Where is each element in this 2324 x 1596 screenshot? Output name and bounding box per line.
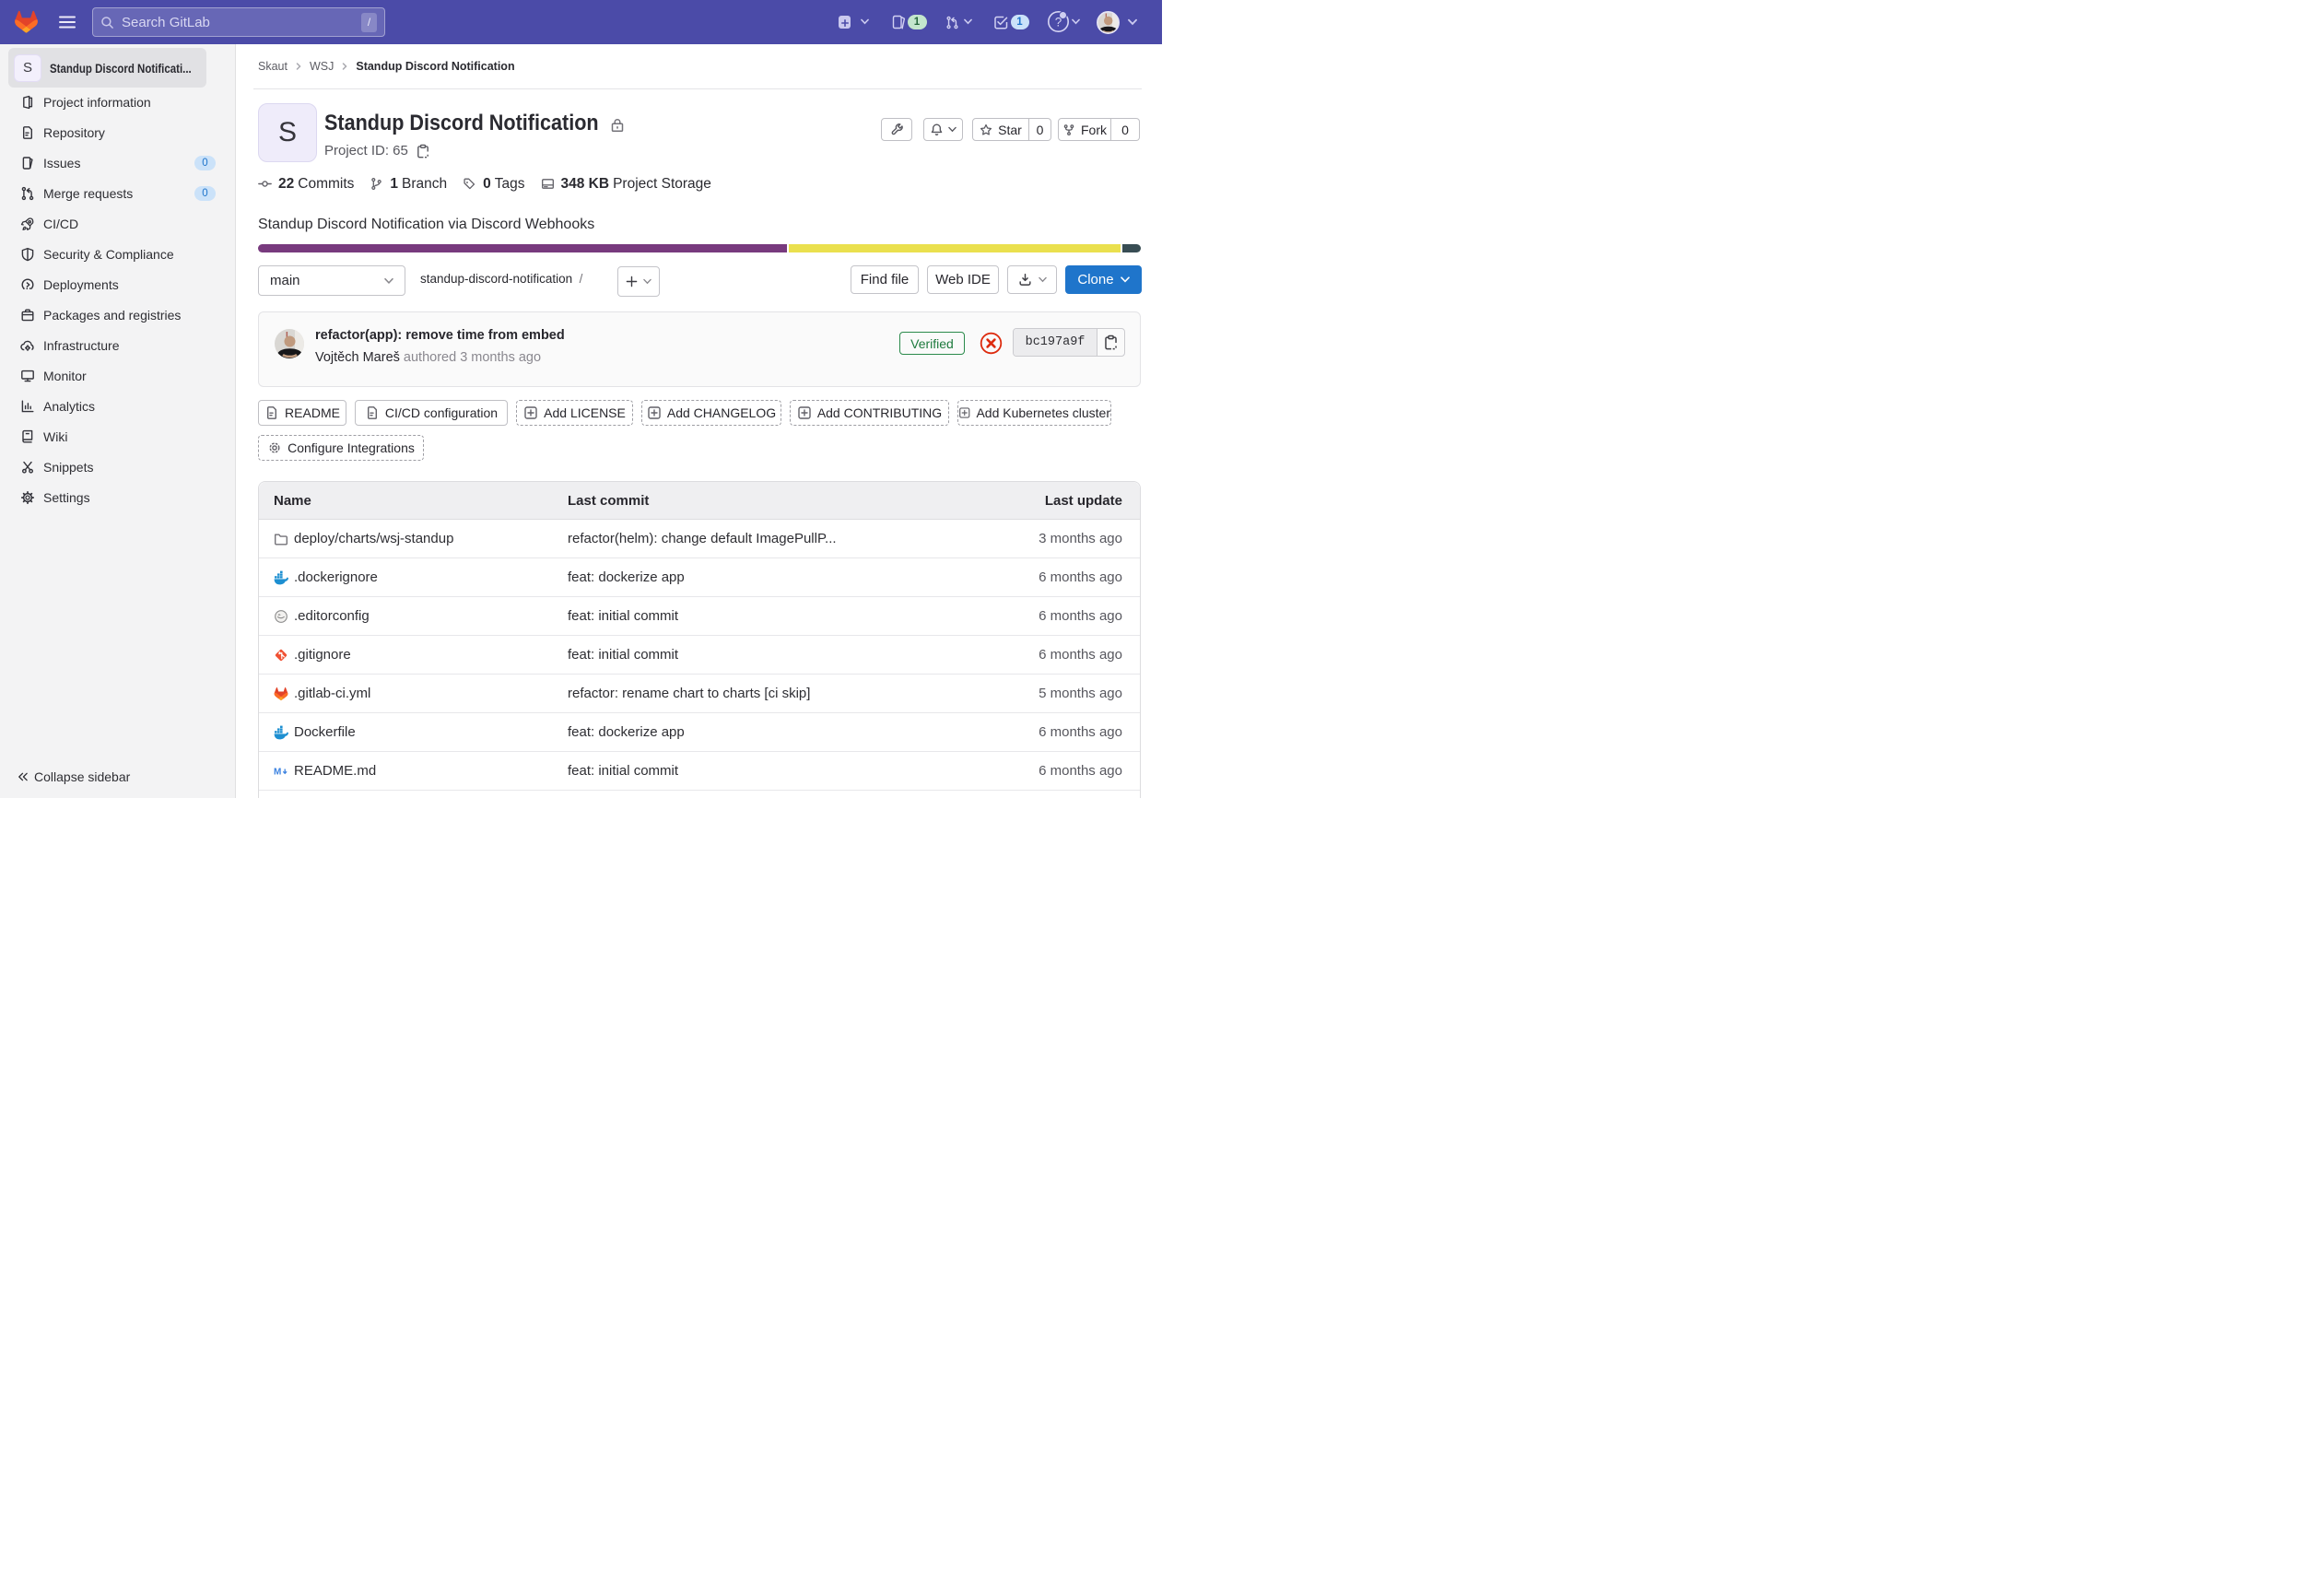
svg-text:M: M: [274, 767, 281, 777]
